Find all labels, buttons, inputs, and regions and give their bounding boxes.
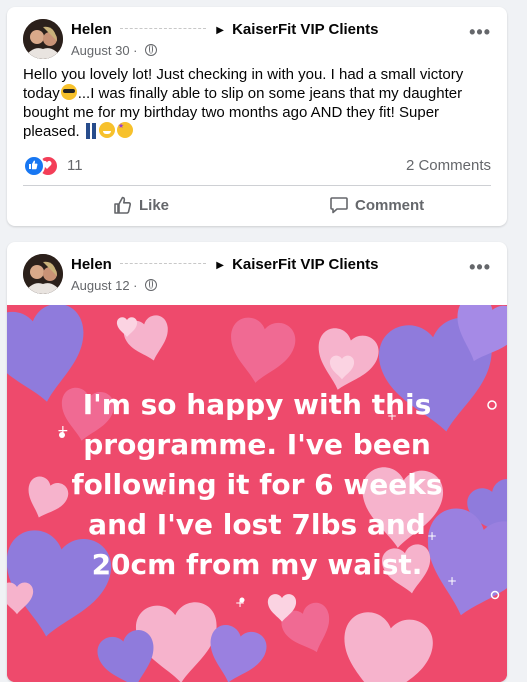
- sunglasses-emoji-icon: [60, 84, 77, 100]
- like-reaction-icon: [23, 155, 45, 177]
- post-meta: August 30 ·: [71, 43, 158, 58]
- post-image[interactable]: + + + + + + I'm so happy with this progr…: [7, 305, 507, 682]
- author-line: Helen ▶ KaiserFit VIP Clients: [71, 21, 379, 38]
- more-options-button[interactable]: •••: [469, 258, 491, 276]
- more-options-button[interactable]: •••: [469, 23, 491, 41]
- comment-label: Comment: [355, 196, 425, 214]
- divider: [23, 185, 491, 186]
- grin-emoji-icon: [98, 122, 115, 138]
- post-date[interactable]: August 12: [71, 278, 130, 293]
- like-button[interactable]: Like: [113, 193, 169, 217]
- globe-icon: [145, 44, 158, 56]
- author-avatar[interactable]: [23, 19, 63, 59]
- jeans-emoji-icon: [85, 123, 96, 139]
- group-name[interactable]: KaiserFit VIP Clients: [232, 256, 378, 273]
- comments-count-link[interactable]: 2 Comments: [406, 157, 491, 174]
- author-name[interactable]: Helen: [71, 256, 112, 273]
- reaction-count: 11: [67, 157, 83, 174]
- redacted-name: [120, 262, 207, 265]
- post-header: Helen ▶ KaiserFit VIP Clients August 30 …: [23, 17, 491, 61]
- author-line: Helen ▶ KaiserFit VIP Clients: [71, 256, 379, 273]
- star-struck-emoji-icon: [116, 122, 133, 138]
- caret-right-icon: ▶: [216, 25, 224, 36]
- post-date[interactable]: August 30: [71, 43, 130, 58]
- post-meta: August 12 ·: [71, 278, 158, 293]
- caret-right-icon: ▶: [216, 260, 224, 271]
- author-name[interactable]: Helen: [71, 21, 112, 38]
- like-label: Like: [139, 196, 170, 214]
- thumbs-up-icon: [114, 196, 131, 214]
- post-card: Helen ▶ KaiserFit VIP Clients August 30 …: [7, 7, 507, 226]
- globe-icon: [145, 279, 158, 291]
- post-text: Hello you lovely lot! Just checking in w…: [23, 65, 487, 141]
- comment-button[interactable]: Comment: [329, 193, 424, 217]
- redacted-name: [120, 27, 207, 30]
- post-header: Helen ▶ KaiserFit VIP Clients August 12 …: [23, 252, 491, 296]
- author-avatar[interactable]: [23, 254, 63, 294]
- post-card: Helen ▶ KaiserFit VIP Clients August 12 …: [7, 242, 507, 682]
- dot-separator: ·: [133, 43, 142, 58]
- comment-bubble-icon: [330, 197, 348, 214]
- dot-separator: ·: [133, 278, 142, 293]
- group-name[interactable]: KaiserFit VIP Clients: [232, 21, 378, 38]
- svg-text:+: +: [235, 596, 245, 610]
- image-caption: I'm so happy with this programme. I've b…: [71, 388, 443, 581]
